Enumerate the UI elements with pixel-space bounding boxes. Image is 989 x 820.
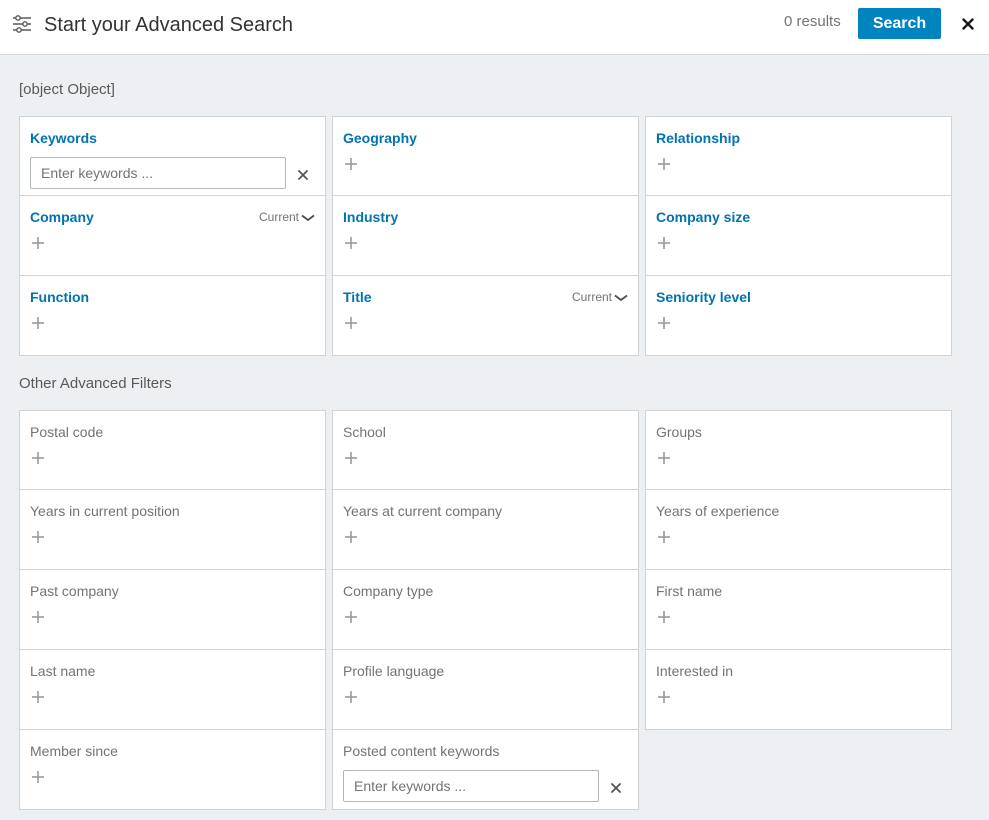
filter-posted-content-keywords: Posted content keywords: [332, 729, 639, 810]
filter-years-in-current-position: Years in current position: [19, 489, 326, 570]
other-filters-heading: Other Advanced Filters: [19, 375, 172, 392]
filter-label: First name: [656, 583, 723, 599]
other-filters-grid: Postal code School Groups Years in curre…: [19, 410, 952, 810]
filter-label: Groups: [656, 424, 702, 440]
filter-label: Interested in: [656, 663, 734, 679]
page-title: Start your Advanced Search: [44, 14, 294, 36]
chevron-down-icon: [614, 294, 628, 301]
plus-icon[interactable]: [657, 530, 671, 544]
filter-sliders-icon: [13, 15, 31, 33]
plus-icon[interactable]: [31, 530, 45, 544]
filter-label: Company: [30, 209, 94, 225]
filter-label: Title: [343, 289, 372, 305]
filter-title: Title Current: [332, 275, 639, 356]
plus-icon[interactable]: [31, 690, 45, 704]
filter-last-name: Last name: [19, 649, 326, 730]
header: Start your Advanced Search 0 results Sea…: [0, 0, 989, 55]
filter-label: Company type: [343, 583, 434, 599]
filter-relationship: Relationship: [645, 116, 952, 196]
plus-icon[interactable]: [657, 690, 671, 704]
filter-postal-code: Postal code: [19, 410, 326, 490]
chevron-down-icon: [301, 214, 315, 221]
filter-company: Company Current: [19, 195, 326, 276]
filter-years-at-current-company: Years at current company: [332, 489, 639, 570]
posted-content-keywords-input[interactable]: [343, 770, 599, 802]
filter-years-of-experience: Years of experience: [645, 489, 952, 570]
filter-label: Posted content keywords: [343, 743, 500, 759]
filter-label: Relationship: [656, 130, 741, 146]
filter-label: Profile language: [343, 663, 445, 679]
filter-label: Last name: [30, 663, 96, 679]
clear-icon[interactable]: [610, 782, 622, 794]
filter-member-since: Member since: [19, 729, 326, 810]
clear-icon[interactable]: [297, 169, 309, 181]
filter-label: Seniority level: [656, 289, 751, 305]
scope-label: Current: [258, 210, 299, 224]
result-count: 0 results: [784, 13, 841, 30]
top-filters-heading: [object Object]: [19, 81, 115, 98]
filter-label: Company size: [656, 209, 751, 225]
filter-label: Years of experience: [656, 503, 780, 519]
scope-label: Current: [571, 290, 612, 304]
filter-label: Function: [30, 289, 90, 305]
filter-keywords: Keywords: [19, 116, 326, 196]
close-icon[interactable]: [958, 14, 978, 34]
filter-first-name: First name: [645, 569, 952, 650]
filter-label: Years in current position: [30, 503, 180, 519]
plus-icon[interactable]: [344, 451, 358, 465]
filter-company-type: Company type: [332, 569, 639, 650]
filter-label: Member since: [30, 743, 118, 759]
plus-icon[interactable]: [657, 316, 671, 330]
filter-label: Geography: [343, 130, 417, 146]
plus-icon[interactable]: [344, 157, 358, 171]
plus-icon[interactable]: [31, 451, 45, 465]
plus-icon[interactable]: [344, 690, 358, 704]
plus-icon[interactable]: [31, 236, 45, 250]
plus-icon[interactable]: [657, 157, 671, 171]
filter-label: Years at current company: [343, 503, 503, 519]
plus-icon[interactable]: [344, 530, 358, 544]
plus-icon[interactable]: [657, 610, 671, 624]
filter-groups: Groups: [645, 410, 952, 490]
filter-label: Industry: [343, 209, 399, 225]
company-scope-dropdown[interactable]: Current: [259, 210, 315, 224]
plus-icon[interactable]: [344, 316, 358, 330]
plus-icon[interactable]: [31, 316, 45, 330]
plus-icon[interactable]: [31, 610, 45, 624]
plus-icon[interactable]: [344, 236, 358, 250]
filter-interested-in: Interested in: [645, 649, 952, 730]
filter-label: Postal code: [30, 424, 104, 440]
filter-seniority-level: Seniority level: [645, 275, 952, 356]
plus-icon[interactable]: [344, 610, 358, 624]
filter-label: Keywords: [30, 130, 97, 146]
filter-past-company: Past company: [19, 569, 326, 650]
filter-industry: Industry: [332, 195, 639, 276]
filter-school: School: [332, 410, 639, 490]
search-button[interactable]: Search: [858, 8, 941, 39]
plus-icon[interactable]: [657, 236, 671, 250]
plus-icon[interactable]: [31, 770, 45, 784]
filter-geography: Geography: [332, 116, 639, 196]
keywords-input[interactable]: [30, 157, 286, 189]
filter-profile-language: Profile language: [332, 649, 639, 730]
plus-icon[interactable]: [657, 451, 671, 465]
filter-label: School: [343, 424, 386, 440]
filter-company-size: Company size: [645, 195, 952, 276]
filter-label: Past company: [30, 583, 119, 599]
title-scope-dropdown[interactable]: Current: [572, 290, 628, 304]
filter-function: Function: [19, 275, 326, 356]
top-filters-grid: Keywords Geography Relationship Company …: [19, 116, 952, 356]
